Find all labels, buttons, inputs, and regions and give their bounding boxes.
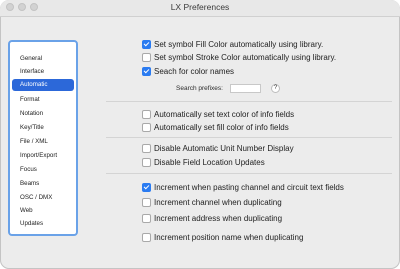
search-color-names-checkbox[interactable] <box>142 67 151 76</box>
increment-pasting-label: Increment when pasting channel and circu… <box>154 183 344 192</box>
auto-fill-color-option[interactable]: Automatically set fill color of info fie… <box>142 123 289 132</box>
title-bar: LX Preferences <box>0 0 400 17</box>
disable-field-location-checkbox[interactable] <box>142 158 151 167</box>
auto-fill-color-checkbox[interactable] <box>142 123 151 132</box>
sidebar-item-file-xml[interactable]: File / XML <box>20 138 48 145</box>
increment-address-option[interactable]: Increment address when duplicating <box>142 214 282 223</box>
increment-position-checkbox[interactable] <box>142 233 151 242</box>
sidebar-item-automatic[interactable]: Automatic <box>12 79 74 91</box>
disable-unit-number-option[interactable]: Disable Automatic Unit Number Display <box>142 144 294 153</box>
auto-text-color-option[interactable]: Automatically set text color of info fie… <box>142 110 294 119</box>
sidebar-item-key-title[interactable]: Key/Title <box>20 124 44 131</box>
help-button[interactable]: ? <box>271 84 280 93</box>
stroke-color-library-label: Set symbol Stroke Color automatically us… <box>154 53 337 62</box>
increment-pasting-option[interactable]: Increment when pasting channel and circu… <box>142 183 344 192</box>
increment-channel-label: Increment channel when duplicating <box>154 198 282 207</box>
search-prefixes-label: Search prefixes: <box>176 85 223 92</box>
section-divider <box>106 137 392 138</box>
increment-channel-option[interactable]: Increment channel when duplicating <box>142 198 282 207</box>
sidebar-item-osc-dmx[interactable]: OSC / DMX <box>20 194 52 201</box>
sidebar-item-focus[interactable]: Focus <box>20 166 37 173</box>
search-prefixes-input[interactable] <box>230 84 261 93</box>
preferences-window: LX Preferences General Interface Automat… <box>0 0 400 269</box>
sidebar-item-web[interactable]: Web <box>20 207 33 214</box>
stroke-color-library-option[interactable]: Set symbol Stroke Color automatically us… <box>142 53 336 62</box>
sidebar-item-import-export[interactable]: Import/Export <box>20 152 57 159</box>
sidebar-item-general[interactable]: General <box>20 55 42 62</box>
fill-color-library-checkbox[interactable] <box>142 40 151 49</box>
preferences-sidebar: General Interface Automatic Format Notat… <box>8 40 78 236</box>
auto-fill-color-label: Automatically set fill color of info fie… <box>154 123 289 132</box>
disable-field-location-label: Disable Field Location Updates <box>154 158 265 167</box>
section-divider <box>106 101 392 102</box>
increment-position-option[interactable]: Increment position name when duplicating <box>142 233 303 242</box>
increment-channel-checkbox[interactable] <box>142 198 151 207</box>
search-color-names-label: Seach for color names <box>154 67 235 76</box>
sidebar-item-interface[interactable]: Interface <box>20 68 44 75</box>
increment-address-checkbox[interactable] <box>142 214 151 223</box>
increment-position-label: Increment position name when duplicating <box>154 233 304 242</box>
disable-unit-number-checkbox[interactable] <box>142 144 151 153</box>
sidebar-item-updates[interactable]: Updates <box>20 220 43 227</box>
disable-unit-number-label: Disable Automatic Unit Number Display <box>154 144 294 153</box>
sidebar-item-format[interactable]: Format <box>20 96 40 103</box>
increment-pasting-checkbox[interactable] <box>142 183 151 192</box>
disable-field-location-option[interactable]: Disable Field Location Updates <box>142 158 265 167</box>
fill-color-library-option[interactable]: Set symbol Fill Color automatically usin… <box>142 40 323 49</box>
stroke-color-library-checkbox[interactable] <box>142 53 151 62</box>
increment-address-label: Increment address when duplicating <box>154 214 283 223</box>
window-title: LX Preferences <box>170 2 230 12</box>
auto-text-color-label: Automatically set text color of info fie… <box>154 110 295 119</box>
search-color-names-option[interactable]: Seach for color names <box>142 67 234 76</box>
section-divider <box>106 173 392 174</box>
sidebar-item-notation[interactable]: Notation <box>20 110 43 117</box>
auto-text-color-checkbox[interactable] <box>142 110 151 119</box>
sidebar-item-beams[interactable]: Beams <box>20 180 39 187</box>
fill-color-library-label: Set symbol Fill Color automatically usin… <box>154 40 324 49</box>
